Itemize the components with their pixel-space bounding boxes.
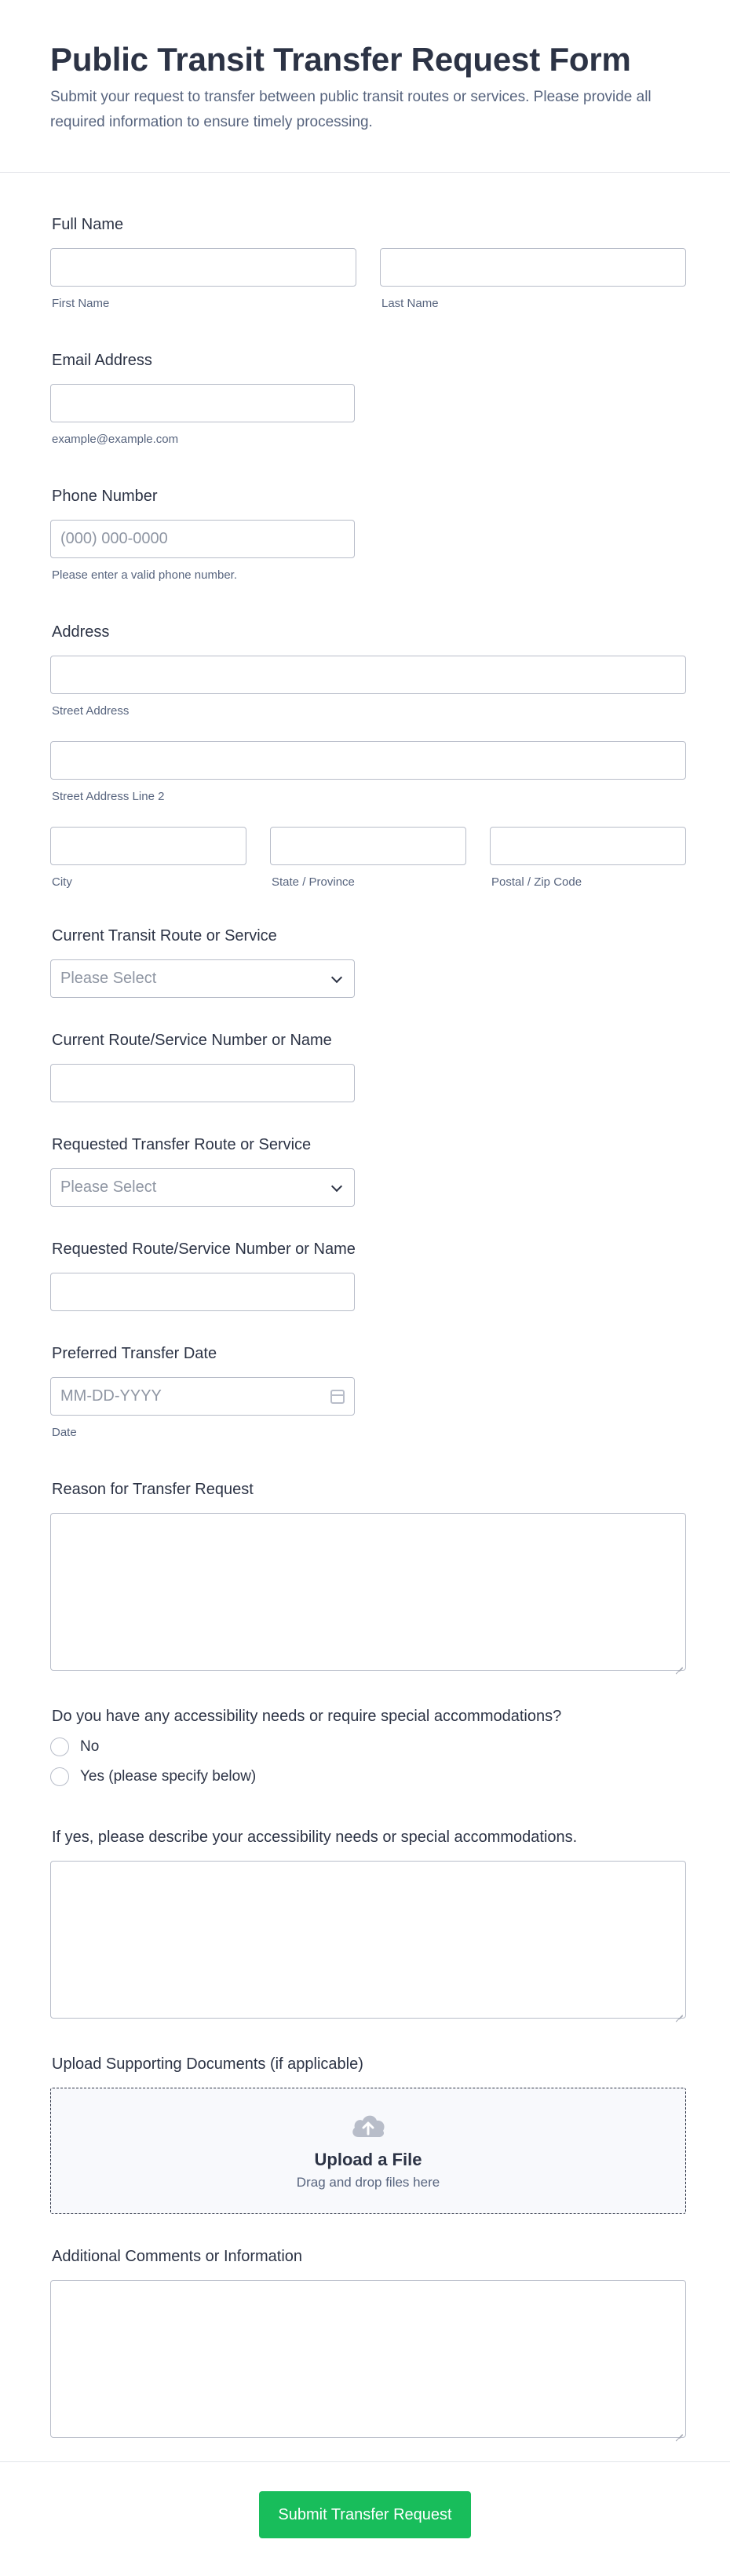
requested-route-select[interactable]: Please Select [50, 1168, 355, 1207]
requested-route-label: Requested Transfer Route or Service [52, 1136, 312, 1153]
phone-field: Phone Number (000) 000-0000 Please enter… [50, 485, 680, 583]
last-name-input[interactable] [380, 248, 686, 287]
zip-input[interactable] [490, 827, 686, 865]
last-name-sublabel: Last Name [381, 297, 439, 310]
first-name-input[interactable] [50, 248, 356, 287]
chevron-down-icon [329, 971, 345, 987]
file-upload-dropzone[interactable]: Upload a File Drag and drop files here [50, 2088, 686, 2214]
current-route-label: Current Transit Route or Service [52, 927, 277, 945]
upload-field: Upload Supporting Documents (if applicab… [50, 2053, 686, 2214]
email-sublabel: example@example.com [52, 433, 179, 446]
email-input[interactable] [50, 384, 355, 422]
resize-handle-icon[interactable] [675, 1660, 683, 1668]
resize-handle-icon[interactable] [675, 2427, 683, 2435]
accessibility-option-no[interactable]: No [50, 1732, 680, 1762]
comments-field: Additional Comments or Information [50, 2245, 686, 2438]
current-route-placeholder: Please Select [60, 970, 157, 987]
state-input[interactable] [270, 827, 466, 865]
current-route-select[interactable]: Please Select [50, 959, 355, 998]
phone-placeholder: (000) 000-0000 [60, 530, 168, 547]
requested-route-field: Requested Transfer Route or Service Plea… [50, 1134, 680, 1207]
form-title: Public Transit Transfer Request Form [50, 41, 631, 78]
comments-textarea[interactable] [50, 2280, 686, 2438]
accessibility-option-yes[interactable]: Yes (please specify below) [50, 1762, 680, 1792]
current-number-label: Current Route/Service Number or Name [52, 1032, 332, 1049]
requested-number-field: Requested Route/Service Number or Name [50, 1238, 680, 1311]
current-number-field: Current Route/Service Number or Name [50, 1029, 680, 1102]
first-name-sublabel: First Name [52, 297, 110, 310]
transfer-date-placeholder: MM-DD-YYYY [60, 1387, 162, 1405]
upload-title: Upload a File [314, 2149, 422, 2169]
resize-handle-icon[interactable] [675, 2008, 683, 2015]
upload-label: Upload Supporting Documents (if applicab… [52, 2055, 363, 2073]
state-sublabel: State / Province [272, 875, 355, 889]
transfer-date-sublabel: Date [52, 1426, 77, 1439]
zip-sublabel: Postal / Zip Code [491, 875, 582, 889]
address-field: Address Street Address Street Address Li… [50, 621, 686, 890]
requested-number-label: Requested Route/Service Number or Name [52, 1240, 356, 1258]
reason-label: Reason for Transfer Request [52, 1481, 254, 1498]
form-footer: Submit Transfer Request [0, 2461, 730, 2576]
submit-button[interactable]: Submit Transfer Request [259, 2491, 471, 2538]
phone-label: Phone Number [52, 488, 158, 505]
current-route-field: Current Transit Route or Service Please … [50, 925, 680, 998]
reason-field: Reason for Transfer Request [50, 1478, 686, 1671]
accessibility-details-label: If yes, please describe your accessibili… [52, 1829, 578, 1846]
form-description: Submit your request to transfer between … [50, 89, 652, 130]
transfer-date-input[interactable]: MM-DD-YYYY [50, 1377, 355, 1416]
street-address-sublabel: Street Address [52, 704, 130, 718]
accessibility-label: Do you have any accessibility needs or r… [52, 1708, 562, 1725]
street-address-line2-input[interactable] [50, 741, 686, 780]
street-address-input[interactable] [50, 656, 686, 694]
accessibility-details-field: If yes, please describe your accessibili… [50, 1826, 686, 2019]
transfer-date-field: Preferred Transfer Date MM-DD-YYYY Date [50, 1343, 680, 1441]
form-header: Public Transit Transfer Request Form Sub… [0, 0, 730, 173]
street-address-line2-sublabel: Street Address Line 2 [52, 790, 165, 803]
form-body: Full Name First Name Last Name Email Add… [0, 173, 730, 2438]
city-sublabel: City [52, 875, 72, 889]
full-name-label: Full Name [52, 216, 124, 233]
calendar-icon[interactable] [330, 1389, 345, 1404]
cloud-upload-icon [352, 2115, 385, 2137]
email-field: Email Address example@example.com [50, 349, 680, 448]
chevron-down-icon [329, 1180, 345, 1196]
accessibility-field: Do you have any accessibility needs or r… [50, 1705, 680, 1792]
transfer-date-label: Preferred Transfer Date [52, 1345, 217, 1362]
requested-number-input[interactable] [50, 1273, 355, 1311]
accessibility-details-textarea[interactable] [50, 1861, 686, 2019]
radio-button[interactable] [50, 1767, 69, 1786]
radio-label: No [80, 1738, 100, 1755]
radio-button[interactable] [50, 1737, 69, 1756]
address-label: Address [52, 623, 110, 641]
reason-textarea[interactable] [50, 1513, 686, 1671]
form-page: Public Transit Transfer Request Form Sub… [0, 0, 730, 2576]
comments-label: Additional Comments or Information [52, 2248, 303, 2265]
full-name-field: Full Name First Name Last Name [50, 214, 686, 312]
email-label: Email Address [52, 352, 152, 369]
current-number-input[interactable] [50, 1064, 355, 1102]
phone-sublabel: Please enter a valid phone number. [52, 568, 237, 582]
phone-input[interactable]: (000) 000-0000 [50, 520, 355, 558]
city-input[interactable] [50, 827, 246, 865]
requested-route-placeholder: Please Select [60, 1178, 157, 1196]
upload-subtitle: Drag and drop files here [296, 2174, 440, 2190]
radio-label: Yes (please specify below) [80, 1768, 257, 1785]
